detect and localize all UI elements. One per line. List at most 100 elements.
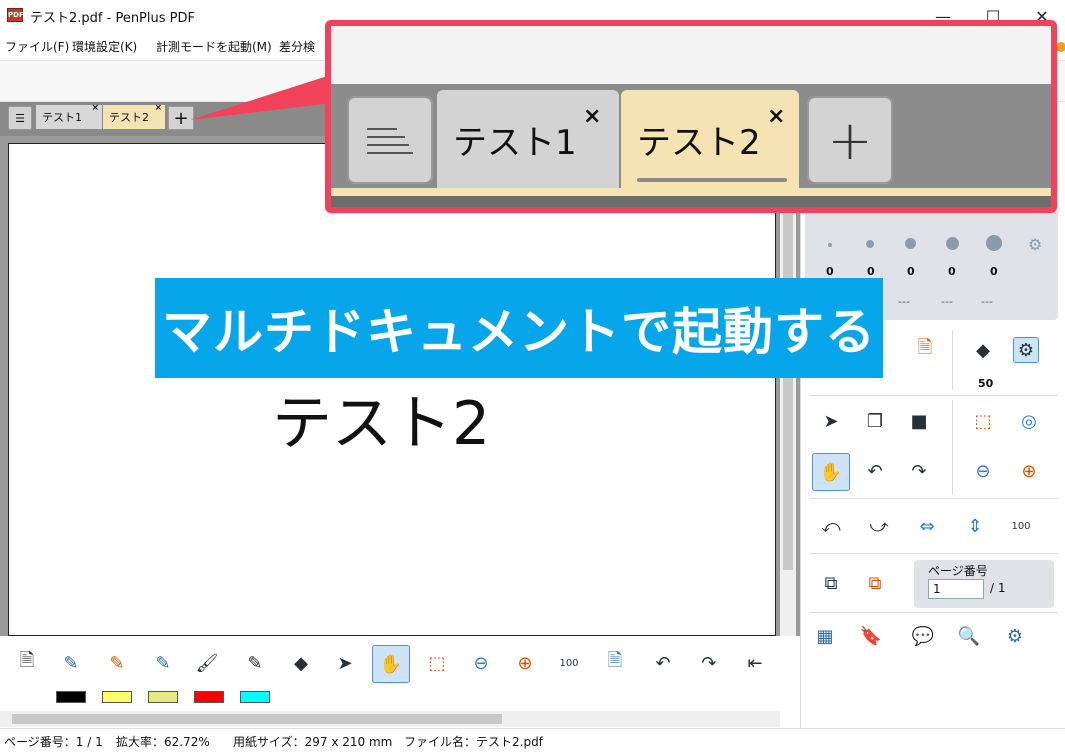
eraser-size-value: 50 [978, 377, 994, 390]
zoom-tab-underline [331, 188, 1051, 196]
status-zoom: 拡大率：62.72% [116, 735, 210, 749]
zoom-tab-test1: テスト1 × [437, 90, 619, 188]
swatch-yellow-pattern[interactable] [148, 691, 178, 703]
divider [952, 330, 953, 390]
eraser-icon[interactable]: ◆ [970, 337, 996, 363]
bring-front-icon[interactable]: ❐ [862, 408, 888, 434]
dash-label: --- [981, 295, 993, 308]
eraser-tool-icon[interactable]: ◆ [288, 650, 314, 676]
page-number-label: ページ番号 [928, 564, 988, 578]
swatch-red[interactable] [194, 691, 224, 703]
window-title: テスト2.pdf - PenPlus PDF [30, 11, 195, 26]
page-delete-icon[interactable]: 🗎 [602, 650, 628, 676]
menu-measure[interactable]: 計測モードを起動(M) [156, 38, 272, 55]
zoom-out-tool-icon[interactable]: ⊖ [468, 650, 494, 676]
dot-size-2[interactable] [866, 240, 874, 248]
bookmark-icon[interactable]: 🔖 [858, 623, 884, 649]
close-icon[interactable]: × [91, 103, 99, 113]
pointer-icon[interactable]: ➤ [332, 650, 358, 676]
redo-icon[interactable]: ↷ [906, 458, 932, 484]
redo-tool-icon[interactable]: ↷ [696, 650, 722, 676]
new-page-icon[interactable]: 🗎 [14, 650, 40, 676]
dot-size-3[interactable] [905, 238, 916, 249]
zoom-in-tool-icon[interactable]: ⊕ [512, 650, 538, 676]
dot-size-1[interactable] [828, 243, 832, 247]
actual-size-icon[interactable]: 100 [1008, 513, 1034, 539]
dot-value: 0 [907, 265, 915, 278]
swatch-yellow[interactable] [102, 691, 132, 703]
hand-tool-icon[interactable]: ✋ [812, 453, 850, 491]
insert-page-icon[interactable]: ⧉ [818, 570, 844, 596]
page-total: / 1 [990, 581, 1006, 595]
zoom-inset: テスト1 × テスト2 × + [325, 20, 1057, 213]
rotate-left-icon[interactable]: ⤺ [818, 513, 844, 539]
zoom-doc-edge [331, 196, 1051, 207]
area-select-tool-icon[interactable]: ⬚ [424, 650, 450, 676]
menu-diff[interactable]: 差分検 [279, 38, 315, 55]
send-back-icon[interactable]: ■ [906, 408, 932, 434]
zoom-out-icon[interactable]: ⊖ [970, 458, 996, 484]
swatch-cyan[interactable] [240, 691, 270, 703]
page-text: テスト2 [272, 389, 491, 459]
area-select-icon[interactable]: ⬚ [970, 408, 996, 434]
swatch-black[interactable] [56, 691, 86, 703]
tab-label: テスト1 [42, 111, 82, 124]
select-arrow-icon[interactable]: ➤ [818, 408, 844, 434]
marker-3-icon[interactable]: ✎ [150, 650, 176, 676]
dot-size-5[interactable] [986, 235, 1002, 251]
marker-1-icon[interactable]: ✎ [58, 650, 84, 676]
page-number-input[interactable]: 1 [928, 579, 984, 599]
fit-width-icon[interactable]: ⇔ [914, 513, 940, 539]
zoom-active-underline [637, 178, 787, 182]
divider [810, 498, 1058, 499]
delete-page-icon[interactable]: 🗎 [912, 337, 938, 363]
undo-icon[interactable]: ↶ [862, 458, 888, 484]
menu-file[interactable]: ファイル(F) [5, 38, 69, 55]
search-icon[interactable]: 🔍 [956, 623, 982, 649]
brush-icon[interactable]: 🖌 [194, 650, 220, 676]
eraser-settings-icon[interactable]: ⚙ [1013, 337, 1039, 363]
dot-value: 0 [826, 265, 834, 278]
hand-icon[interactable]: ✋ [372, 645, 410, 683]
export-page-icon[interactable]: ⧉ [862, 570, 888, 596]
pdf-icon: PDF [7, 8, 24, 22]
callout-pointer [190, 72, 340, 120]
status-page: ページ番号：1 / 1 [4, 735, 103, 749]
menu-settings[interactable]: 環境設定(K) [72, 38, 137, 55]
notification-icon [1056, 42, 1065, 52]
actual-size-tool-icon[interactable]: 100 [556, 650, 582, 676]
horizontal-scroll-thumb[interactable] [12, 714, 502, 724]
zoom-list-icon [347, 96, 433, 184]
text-highlight-icon[interactable]: ✎ [242, 650, 268, 676]
dash-label: --- [898, 295, 910, 308]
divider [952, 400, 953, 495]
list-icon[interactable]: ☰ [8, 106, 32, 130]
fit-height-icon[interactable]: ⇕ [962, 513, 988, 539]
divider [810, 612, 1058, 613]
tab-test2[interactable]: テスト2 × [103, 103, 165, 129]
gear-icon[interactable]: ⚙ [1028, 235, 1042, 254]
zoom-in-icon[interactable]: ⊕ [1016, 458, 1042, 484]
close-icon[interactable]: × [154, 103, 162, 113]
undo-tool-icon[interactable]: ↶ [650, 650, 676, 676]
zoom-close-icon: × [767, 104, 786, 129]
first-page-icon[interactable]: ⇤ [742, 650, 768, 676]
rotate-right-icon[interactable]: ⤻ [866, 513, 892, 539]
zoom-add-tab: + [807, 96, 893, 184]
comment-icon[interactable]: 💬 [910, 623, 936, 649]
page-grid-icon[interactable]: ▦ [812, 623, 838, 649]
zoom-tab-label: テスト1 [453, 122, 577, 163]
tab-test1[interactable]: テスト1 × [36, 103, 102, 129]
caption-banner: マルチドキュメントで起動する [155, 278, 883, 378]
divider [810, 395, 1058, 396]
divider [810, 553, 1058, 554]
marker-2-icon[interactable]: ✎ [104, 650, 130, 676]
target-icon[interactable]: ◎ [1016, 408, 1042, 434]
dot-value: 0 [990, 265, 998, 278]
zoom-tab-label: テスト2 [637, 122, 761, 163]
dot-size-4[interactable] [946, 237, 959, 250]
dash-label: --- [941, 295, 953, 308]
status-file-name: ファイル名：テスト2.pdf [404, 735, 543, 749]
settings-icon[interactable]: ⚙ [1002, 623, 1028, 649]
zoom-tab-test2: テスト2 × [621, 90, 799, 188]
